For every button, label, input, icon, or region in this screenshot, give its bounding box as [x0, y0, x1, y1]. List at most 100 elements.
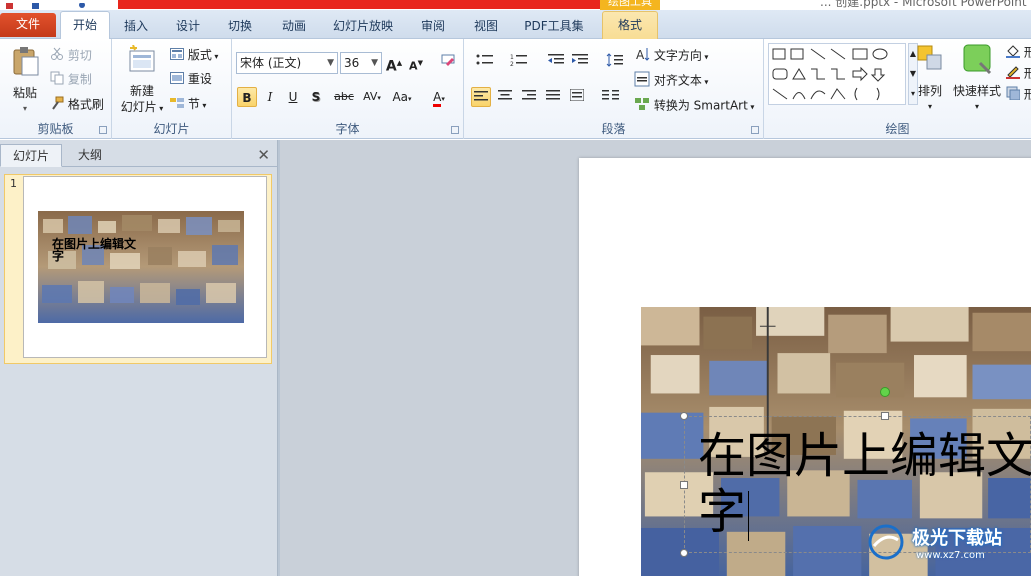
reset-button[interactable]: 重设	[170, 71, 212, 88]
paste-button[interactable]: 粘贴 ▾	[8, 45, 42, 113]
shape-outline-label: 形	[1023, 66, 1031, 81]
align-right-button[interactable]	[519, 87, 539, 107]
cut-button[interactable]: 剪切	[50, 47, 92, 65]
ribbon-tab-bar: 文件 开始 插入 设计 切换 动画 幻灯片放映 审阅 视图 PDF工具集 格式	[0, 10, 1031, 40]
bold-button[interactable]: B	[237, 87, 257, 107]
numbered-list-icon: 12	[510, 54, 528, 70]
shape-outline-button[interactable]: 形	[1006, 65, 1031, 83]
svg-text:A: A	[636, 48, 645, 62]
italic-button[interactable]: I	[260, 87, 280, 107]
smartart-icon	[634, 96, 650, 116]
slides-panel: 幻灯片 大纲 ✕ 1 在图片上编辑文 字	[0, 140, 278, 576]
slides-group-label: 幻灯片	[153, 122, 190, 136]
align-left-button[interactable]	[471, 87, 491, 107]
tab-review[interactable]: 审阅	[413, 15, 453, 39]
align-right-icon	[522, 90, 536, 104]
char-spacing-button[interactable]: AV▾	[359, 87, 385, 107]
layout-label: 版式	[187, 48, 212, 62]
font-dialog-launcher[interactable]	[451, 126, 459, 134]
tab-view[interactable]: 视图	[466, 15, 506, 39]
font-name-combo[interactable]: 宋体 (正文) ▼	[236, 52, 338, 74]
effects-icon	[1006, 86, 1021, 104]
arrange-button[interactable]: 排列 ▾	[912, 43, 948, 115]
columns-button[interactable]	[598, 87, 624, 107]
quick-access-toolbar[interactable]	[2, 0, 112, 9]
tab-insert[interactable]: 插入	[116, 15, 156, 39]
decrease-indent-button[interactable]	[546, 53, 566, 73]
shapes-icon	[772, 48, 888, 101]
svg-text:1: 1	[510, 54, 514, 61]
new-slide-label-1: 新建	[129, 84, 154, 98]
shapes-gallery[interactable]	[768, 43, 906, 105]
convert-smartart-button[interactable]: 转换为 SmartArt ▾	[634, 96, 754, 116]
justify-button[interactable]	[543, 87, 563, 107]
new-slide-icon	[127, 44, 157, 79]
convert-smartart-label: 转换为 SmartArt	[653, 98, 748, 113]
tab-transitions[interactable]: 切换	[220, 15, 260, 39]
tab-slides-thumbnails[interactable]: 幻灯片	[0, 144, 63, 167]
new-slide-button[interactable]: 新建 幻灯片 ▾	[118, 44, 166, 117]
window-title: ... 创建.pptx - Microsoft PowerPoint	[820, 0, 1027, 9]
section-button[interactable]: 节 ▾	[170, 96, 206, 114]
layout-button[interactable]: 版式 ▾	[170, 47, 218, 65]
tab-file[interactable]: 文件	[0, 13, 56, 37]
tab-animations[interactable]: 动画	[274, 15, 314, 39]
shrink-font-button[interactable]: A▼	[406, 53, 426, 73]
text-cursor	[748, 491, 749, 541]
layout-icon	[170, 47, 184, 64]
font-color-button[interactable]: A▾	[426, 87, 452, 107]
tab-design[interactable]: 设计	[168, 15, 208, 39]
grow-font-button[interactable]: A▲	[384, 53, 404, 75]
paragraph-dialog-launcher[interactable]	[751, 126, 759, 134]
context-tab-group-label: 绘图工具	[608, 0, 652, 8]
quick-styles-label: 快速样式	[952, 84, 1001, 98]
resize-handle-bottom-left[interactable]	[680, 549, 688, 557]
font-size-combo[interactable]: 36 ▼	[340, 52, 382, 74]
format-painter-button[interactable]: 格式刷	[50, 96, 104, 114]
bullet-list-icon	[476, 54, 494, 70]
tab-outline[interactable]: 大纲	[66, 144, 114, 167]
text-direction-button[interactable]: A 文字方向 ▾	[634, 46, 708, 66]
tab-pdf-tools[interactable]: PDF工具集	[518, 15, 590, 39]
panel-tabs: 幻灯片 大纲 ✕	[0, 144, 278, 167]
increase-indent-button[interactable]	[570, 53, 590, 73]
text-direction-icon: A	[634, 46, 650, 66]
underline-button[interactable]: U	[283, 87, 303, 107]
rotate-handle[interactable]	[880, 387, 890, 397]
resize-handle-top-middle[interactable]	[881, 412, 889, 420]
bullets-button[interactable]	[472, 53, 498, 73]
align-center-button[interactable]	[495, 87, 515, 107]
numbering-button[interactable]: 12	[506, 53, 532, 73]
text-direction-label: 文字方向	[653, 48, 702, 63]
arrange-label: 排列	[917, 84, 942, 98]
svg-text:2: 2	[510, 61, 514, 67]
change-case-button[interactable]: Aa▾	[389, 87, 415, 107]
pencil-icon	[1006, 65, 1020, 83]
title-accent-band	[118, 0, 600, 9]
copy-button[interactable]: 复制	[50, 71, 92, 89]
clipboard-dialog-launcher[interactable]	[99, 126, 107, 134]
shape-effects-label: 形	[1023, 87, 1031, 102]
clear-formatting-button[interactable]	[438, 53, 458, 73]
shape-effects-button[interactable]: 形	[1006, 86, 1031, 104]
resize-handle-top-left[interactable]	[680, 412, 688, 420]
strikethrough-button[interactable]: abc	[331, 87, 357, 107]
watermark-logo-icon	[868, 524, 904, 560]
align-text-button[interactable]: 对齐文本 ▾	[634, 71, 708, 91]
tab-format[interactable]: 格式	[602, 11, 658, 39]
tab-slideshow[interactable]: 幻灯片放映	[326, 15, 400, 39]
shape-fill-button[interactable]: 形	[1006, 44, 1031, 62]
close-icon[interactable]: ✕	[257, 148, 270, 163]
scissors-icon	[50, 47, 64, 65]
distribute-button[interactable]	[567, 87, 587, 107]
line-spacing-button[interactable]	[602, 53, 628, 73]
section-icon	[170, 97, 184, 113]
text-shadow-button[interactable]: S	[306, 87, 326, 107]
resize-handle-middle-left[interactable]	[680, 481, 688, 489]
clipboard-icon	[10, 45, 40, 81]
copy-icon	[50, 71, 64, 89]
quick-styles-button[interactable]: 快速样式 ▾	[952, 43, 1002, 115]
quick-styles-icon	[962, 43, 992, 79]
align-left-icon	[474, 91, 488, 105]
tab-home[interactable]: 开始	[60, 11, 110, 40]
